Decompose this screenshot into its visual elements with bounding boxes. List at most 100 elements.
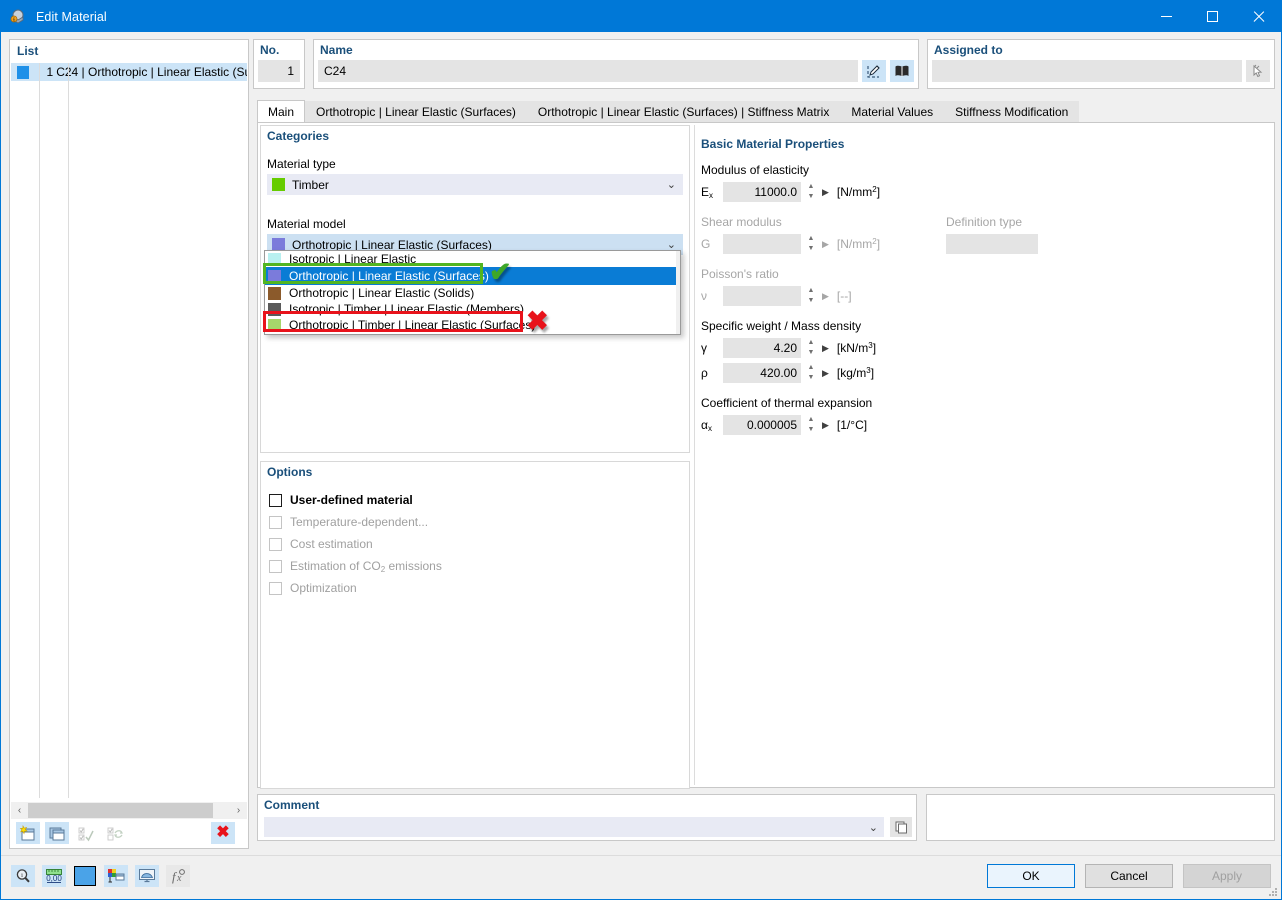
list-toolbar: ✖ [11,819,247,847]
tab-stiffness-modification[interactable]: Stiffness Modification [944,101,1080,122]
scroll-right-icon[interactable]: › [230,802,247,819]
magnifier-icon[interactable]: i [11,865,35,887]
dropdown-item-isotropic-timber-linear-elastic-members[interactable]: Isotropic | Timber | Linear Elastic (Mem… [265,301,680,317]
scroll-thumb[interactable] [28,803,213,818]
material-type-combo[interactable]: Timber ⌄ [267,174,683,195]
cancel-button[interactable]: Cancel [1085,864,1173,888]
checkbox-icon[interactable] [269,559,282,573]
tab-stiffness-matrix[interactable]: Orthotropic | Linear Elastic (Surfaces) … [526,101,841,122]
poisson-unit: [--] [836,289,852,303]
material-model-dropdown-list[interactable]: Isotropic | Linear Elastic Orthotropic |… [264,250,681,335]
ok-button[interactable]: OK [987,864,1075,888]
item-color-swatch [268,269,281,283]
app-icon: 6 [9,8,27,26]
checkbox-optimization[interactable]: Optimization [261,577,689,599]
svg-text:6: 6 [13,17,16,23]
bottom-toolbar: i 0,00 f x [11,865,190,887]
dropdown-scrollbar[interactable] [676,251,680,334]
checkbox-co2-emissions[interactable]: Estimation of CO2 emissions [261,555,689,577]
select-all-button[interactable] [74,822,98,844]
spinner-arrows-icon[interactable]: ▲ ▼ [806,235,816,252]
expand-arrow-icon[interactable]: ▶ [822,368,829,379]
close-button[interactable] [1235,1,1281,32]
definition-type-field[interactable] [946,234,1038,254]
comment-input[interactable]: ⌄ [264,817,884,837]
copy-comment-button[interactable] [890,817,912,837]
invert-selection-button[interactable] [103,822,127,844]
tab-material-values[interactable]: Material Values [840,101,945,122]
library-icon[interactable] [890,60,914,82]
scroll-track[interactable] [28,802,230,819]
dropdown-item-label: Orthotropic | Timber | Linear Elastic (S… [289,318,536,332]
alpha-symbol: αx [701,418,712,433]
spinner-arrows-icon[interactable]: ▲ ▼ [806,364,816,381]
dropdown-item-label: Isotropic | Linear Elastic [289,252,417,266]
dropdown-item-isotropic-linear-elastic[interactable]: Isotropic | Linear Elastic [265,251,680,267]
spinner-arrows-icon[interactable]: ▲ ▼ [806,339,816,356]
dropdown-item-orthotropic-timber-linear-elastic-surfaces[interactable]: Orthotropic | Timber | Linear Elastic (S… [265,317,680,333]
left-column: Categories Material type Timber ⌄ Materi… [260,125,690,789]
checkbox-icon[interactable] [269,581,282,595]
resize-grip[interactable] [1268,887,1278,897]
poisson-input[interactable]: ▲ ▼ [723,286,814,306]
categories-title: Categories [267,129,330,143]
dialog-buttons: OK Cancel Apply [987,864,1271,888]
spinner-arrows-icon[interactable]: ▲ ▼ [806,416,816,433]
expand-arrow-icon[interactable]: ▶ [822,291,829,302]
checkbox-icon[interactable] [269,515,282,529]
spinner-arrows-icon[interactable]: ▲ ▼ [806,287,816,304]
chevron-down-icon[interactable]: ⌄ [667,178,676,191]
item-color-swatch [268,318,281,332]
edit-icon[interactable] [862,60,886,82]
comment-extra-panel [926,794,1275,841]
alpha-input[interactable]: 0.000005 ▲ ▼ [723,415,814,435]
modulus-input[interactable]: 11000.0 ▲ ▼ [723,182,814,202]
material-type-value: Timber [292,177,329,192]
expand-arrow-icon[interactable]: ▶ [822,343,829,354]
shear-input[interactable]: ▲ ▼ [723,234,814,254]
dropdown-item-orthotropic-linear-elastic-surfaces[interactable]: Orthotropic | Linear Elastic (Surfaces) [265,267,680,285]
copy-material-button[interactable] [45,822,69,844]
options-title: Options [267,465,313,479]
maximize-button[interactable] [1189,1,1235,32]
definition-type-label: Definition type [946,215,1023,229]
checkbox-user-defined-material[interactable]: User-defined material [261,489,689,511]
rho-input[interactable]: 420.00 ▲ ▼ [723,363,814,383]
checkbox-icon[interactable] [269,493,282,507]
no-field[interactable]: 1 [258,60,300,82]
gamma-row: γ 4.20 ▲ ▼ ▶ [kN/m3] [695,337,1272,359]
tab-orthotropic-linear-elastic-surfaces[interactable]: Orthotropic | Linear Elastic (Surfaces) [305,101,527,122]
units-icon[interactable]: 0,00 [42,865,66,887]
checkbox-temperature-dependent[interactable]: Temperature-dependent... [261,511,689,533]
expand-arrow-icon[interactable]: ▶ [822,187,829,198]
expand-arrow-icon[interactable]: ▶ [822,239,829,250]
table-row[interactable]: 1 C24 | Orthotropic | Linear Elastic (Su… [11,63,247,81]
apply-button[interactable]: Apply [1183,864,1271,888]
material-model-label: Material model [267,217,346,231]
pick-cursor-icon[interactable] [1246,60,1270,82]
minimize-button[interactable] [1143,1,1189,32]
delete-material-button[interactable]: ✖ [211,822,235,844]
dropdown-item-orthotropic-linear-elastic-solids[interactable]: Orthotropic | Linear Elastic (Solids) [265,285,680,301]
window-title: Edit Material [36,9,107,24]
definition-type-row [940,233,1038,255]
gamma-input[interactable]: 4.20 ▲ ▼ [723,338,814,358]
expand-arrow-icon[interactable]: ▶ [822,420,829,431]
assigned-to-field[interactable] [932,60,1242,82]
checkbox-icon[interactable] [269,537,282,551]
render-icon[interactable] [135,865,159,887]
checkbox-cost-estimation[interactable]: Cost estimation [261,533,689,555]
material-list[interactable]: 1 C24 | Orthotropic | Linear Elastic (Su… [11,63,247,798]
fx-icon[interactable]: f x [166,865,190,887]
display-props-icon[interactable] [104,865,128,887]
material-type-color-swatch [272,178,285,191]
spinner-arrows-icon[interactable]: ▲ ▼ [806,183,816,200]
color-swatch-icon[interactable] [73,865,97,887]
scroll-left-icon[interactable]: ‹ [11,802,28,819]
new-material-button[interactable] [16,822,40,844]
list-horizontal-scrollbar[interactable]: ‹ › [11,802,247,819]
chevron-down-icon[interactable]: ⌄ [869,821,878,834]
tab-main[interactable]: Main [257,100,306,122]
name-input[interactable]: C24 [318,60,858,82]
dropdown-item-label: Isotropic | Timber | Linear Elastic (Mem… [289,302,524,316]
